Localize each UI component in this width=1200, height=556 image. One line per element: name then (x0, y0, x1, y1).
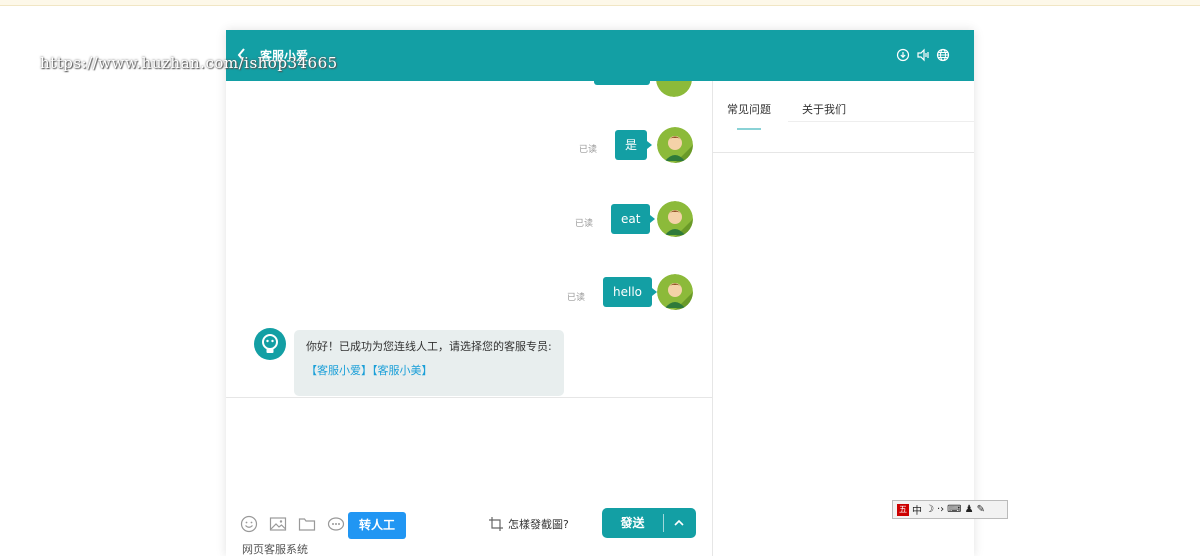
user-icon[interactable]: ♟ (965, 504, 974, 515)
agent-link-xiaomei[interactable]: 【客服小美】 (372, 364, 433, 377)
chevron-up-icon[interactable] (672, 516, 686, 530)
user-avatar-partial (656, 81, 692, 97)
crop-icon (488, 516, 504, 532)
keyboard-icon[interactable]: ⌨ (947, 504, 961, 515)
message-text: 你好！已成功为您连线人工，请选择您的客服专员: (306, 340, 552, 353)
screenshot-help-label: 怎樣發截圖? (508, 518, 569, 531)
tab-faq[interactable]: 常见问题 (727, 101, 771, 117)
message-bubble-in: 你好！已成功为您连线人工，请选择您的客服专员: 【客服小爱】【客服小美】 (294, 330, 564, 396)
header-icons (896, 47, 950, 62)
tab-underline (788, 121, 974, 122)
send-separator (663, 514, 664, 532)
folder-icon[interactable] (298, 515, 316, 533)
message-bubble-out: eat (611, 204, 656, 234)
moon-icon[interactable]: ☽ (925, 504, 934, 515)
speaker-icon[interactable] (916, 47, 930, 62)
side-panel-divider (713, 152, 974, 153)
send-button-group: 發送 (602, 508, 696, 538)
tab-about-us[interactable]: 关于我们 (802, 101, 846, 117)
title-bar: 客服小爱 (226, 30, 974, 81)
read-status: 已读 (579, 145, 598, 155)
user-avatar (657, 201, 693, 237)
read-status: 已读 (575, 219, 594, 229)
agent-link-xiaoai[interactable]: 【客服小爱】 (306, 364, 372, 377)
watermark: https://www.huzhan.com/ishop34665 (40, 54, 338, 72)
globe-icon[interactable] (936, 47, 950, 62)
image-icon[interactable] (269, 515, 287, 533)
side-panel-tabs: 常见问题 关于我们 (713, 81, 974, 153)
user-avatar (657, 274, 693, 310)
chat-window: 客服小爱 已读 是 已读 eat 已读 hello 你好！已成功为您连线人工，请… (226, 30, 974, 556)
ime-logo-icon[interactable]: 五 (897, 503, 909, 516)
message-bubble-out: 是 (615, 130, 653, 160)
user-avatar (657, 127, 693, 163)
punctuation-icon[interactable]: ·› (937, 504, 944, 515)
message-list[interactable]: 已读 是 已读 eat 已读 hello 你好！已成功为您连线人工，请选择您的客… (226, 81, 712, 397)
active-tab-indicator (737, 128, 761, 130)
send-button[interactable]: 發送 (602, 508, 663, 538)
download-icon[interactable] (896, 47, 910, 62)
browser-top-strip (0, 0, 1200, 6)
ime-mode[interactable]: 中 (912, 502, 922, 517)
ime-toolbar: 五 中 ☽ ·› ⌨ ♟ ✎ (892, 500, 1008, 519)
message-bubble-out: hello (603, 277, 657, 307)
read-status: 已读 (567, 293, 586, 303)
transfer-to-human-button[interactable]: 转人工 (348, 512, 406, 539)
evaluate-icon[interactable] (327, 515, 345, 533)
wrench-icon[interactable]: ✎ (977, 504, 985, 515)
message-bubble-partial (594, 81, 650, 85)
agent-links: 【客服小爱】【客服小美】 (306, 364, 552, 378)
message-input[interactable] (226, 398, 712, 508)
composer-toolbar (240, 515, 345, 533)
emoji-icon[interactable] (240, 515, 258, 533)
screenshot-help-link[interactable]: 怎樣發截圖? (488, 516, 569, 532)
footer-label: 网页客服系统 (242, 543, 308, 556)
bot-avatar (254, 328, 286, 360)
